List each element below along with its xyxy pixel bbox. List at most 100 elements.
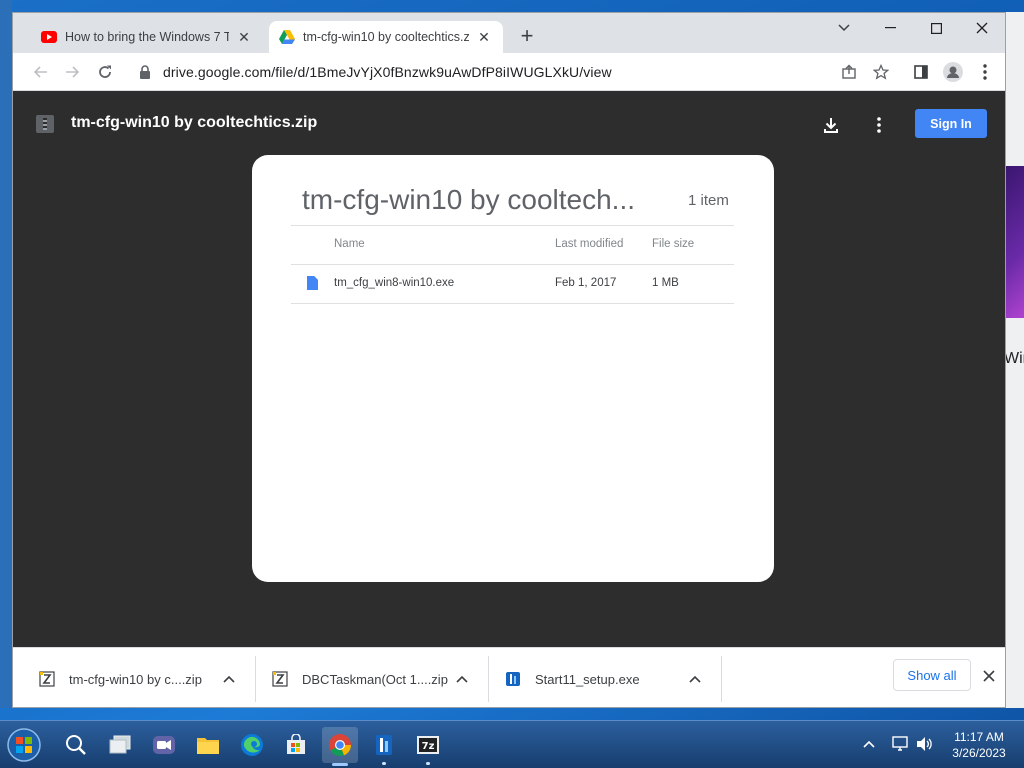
start-button[interactable]	[6, 727, 42, 763]
running-indicator	[382, 762, 386, 765]
clock-time: 11:17 AM	[954, 730, 1004, 744]
network-button[interactable]	[890, 733, 912, 755]
background-thumbnail	[1006, 166, 1024, 318]
close-tab-icon[interactable]: ✕	[235, 28, 253, 46]
download-icon	[824, 118, 838, 133]
browser-toolbar: drive.google.com/file/d/1BmeJvYjX0fBnzwk…	[13, 53, 1005, 91]
taskbar-chrome[interactable]	[322, 727, 358, 766]
download-name: DBCTaskman(Oct 1....zip	[302, 671, 448, 687]
divider	[255, 656, 256, 702]
windows-start-icon	[7, 728, 41, 762]
download-name: tm-cfg-win10 by c....zip	[69, 671, 202, 687]
tab-youtube[interactable]: How to bring the Windows 7 Task ✕	[31, 21, 263, 53]
seven-zip-icon: 7z	[417, 736, 439, 754]
download-item[interactable]: Start11_setup.exe	[505, 648, 640, 707]
url-text[interactable]: drive.google.com/file/d/1BmeJvYjX0fBnzwk…	[163, 64, 612, 80]
back-button[interactable]	[27, 58, 55, 86]
show-hidden-icons-button[interactable]	[858, 733, 880, 755]
close-icon	[976, 22, 988, 34]
reload-button[interactable]	[91, 58, 119, 86]
chrome-icon	[329, 734, 352, 757]
side-panel-icon	[914, 65, 928, 79]
close-shelf-button[interactable]	[979, 666, 999, 686]
taskbar-search[interactable]	[58, 727, 94, 763]
speaker-icon	[917, 737, 932, 751]
divider	[291, 303, 734, 304]
download-button[interactable]	[817, 111, 845, 139]
kebab-menu-icon	[877, 117, 881, 133]
video-chat-icon	[153, 736, 175, 754]
minimize-icon	[884, 27, 896, 29]
share-button[interactable]	[835, 58, 863, 86]
column-header-file-size[interactable]: File size	[652, 238, 694, 250]
star-icon	[873, 64, 889, 80]
forward-button[interactable]	[58, 58, 86, 86]
taskbar-start11[interactable]	[366, 727, 402, 765]
close-window-button[interactable]	[959, 13, 1005, 43]
zip-archive-icon	[39, 671, 55, 687]
reload-icon	[99, 65, 111, 78]
folder-icon	[197, 738, 219, 754]
close-icon	[983, 670, 995, 682]
divider	[488, 656, 489, 702]
tab-search-button[interactable]	[821, 13, 867, 43]
volume-button[interactable]	[914, 733, 936, 755]
youtube-icon	[41, 29, 57, 45]
address-bar[interactable]: drive.google.com/file/d/1BmeJvYjX0fBnzwk…	[127, 57, 839, 87]
back-arrow-icon	[33, 66, 47, 78]
archive-file-icon	[36, 115, 54, 133]
desktop-left-edge	[0, 0, 12, 708]
sign-in-button[interactable]: Sign In	[915, 109, 987, 138]
download-item[interactable]: DBCTaskman(Oct 1....zip	[272, 648, 448, 707]
download-options-button[interactable]	[456, 648, 468, 707]
edge-browser-icon	[241, 734, 263, 756]
chrome-window: How to bring the Windows 7 Task ✕ tm-cfg…	[12, 12, 1006, 708]
file-modified: Feb 1, 2017	[555, 277, 617, 289]
zip-contents-card: tm-cfg-win10 by cooltech... 1 item Name …	[252, 155, 774, 582]
file-name[interactable]: tm_cfg_win8-win10.exe	[334, 277, 454, 289]
column-header-name[interactable]: Name	[334, 238, 365, 250]
lock-icon[interactable]	[139, 65, 153, 79]
store-icon	[287, 734, 305, 754]
profile-button[interactable]	[939, 58, 967, 86]
minimize-button[interactable]	[867, 13, 913, 43]
download-options-button[interactable]	[689, 648, 701, 707]
taskbar-store[interactable]	[278, 727, 314, 763]
column-header-last-modified[interactable]: Last modified	[555, 238, 623, 250]
tab-title: How to bring the Windows 7 Task	[65, 30, 229, 44]
download-shelf: tm-cfg-win10 by c....zip DBCTaskman(Oct …	[13, 647, 1005, 707]
download-name: Start11_setup.exe	[535, 671, 640, 687]
tab-google-drive[interactable]: tm-cfg-win10 by cooltechtics.zip ✕	[269, 21, 503, 53]
divider	[291, 264, 734, 265]
taskbar: 7z 11:17 AM 3/26/2023	[0, 720, 1024, 768]
system-clock[interactable]: 11:17 AM 3/26/2023	[944, 729, 1014, 761]
new-tab-button[interactable]: +	[516, 25, 538, 48]
installer-icon	[376, 735, 392, 755]
taskbar-edge[interactable]	[234, 727, 270, 763]
taskbar-file-explorer[interactable]	[190, 727, 226, 763]
chevron-up-icon	[223, 675, 235, 683]
zip-title: tm-cfg-win10 by cooltech...	[302, 184, 636, 215]
show-all-downloads-button[interactable]: Show all	[893, 659, 971, 691]
background-window-text: Wir	[1004, 350, 1024, 367]
bookmark-button[interactable]	[867, 58, 895, 86]
google-drive-icon	[279, 29, 295, 45]
download-options-button[interactable]	[223, 648, 235, 707]
file-icon	[307, 276, 318, 290]
drive-preview: tm-cfg-win10 by cooltechtics.zip Sign In…	[13, 91, 1005, 647]
forward-arrow-icon	[66, 66, 80, 78]
more-actions-button[interactable]	[865, 111, 893, 139]
maximize-button[interactable]	[913, 13, 959, 43]
tab-strip: How to bring the Windows 7 Task ✕ tm-cfg…	[13, 13, 1005, 53]
taskbar-7zip[interactable]: 7z	[410, 727, 446, 765]
divider	[291, 225, 734, 226]
chrome-menu-button[interactable]	[971, 58, 999, 86]
download-item[interactable]: tm-cfg-win10 by c....zip	[39, 648, 202, 707]
taskbar-teams[interactable]	[146, 727, 182, 763]
avatar-icon	[943, 62, 963, 82]
side-panel-button[interactable]	[907, 58, 935, 86]
item-count: 1 item	[688, 192, 729, 209]
taskbar-task-view[interactable]	[102, 727, 138, 763]
close-tab-icon[interactable]: ✕	[475, 28, 493, 46]
search-icon	[66, 735, 86, 755]
